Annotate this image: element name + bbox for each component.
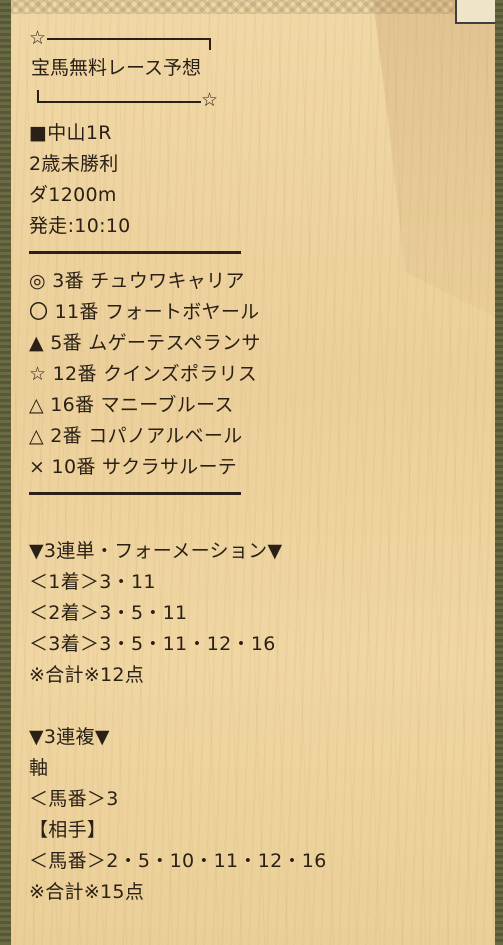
trio-partners: ＜馬番＞2・5・10・11・12・16 [29,850,327,872]
pick-item: △ 2番 コパノアルベール [29,425,243,447]
trio-axis: ＜馬番＞3 [29,788,119,810]
trifecta-second: ＜2着＞3・5・11 [29,602,188,624]
star-icon: ☆ [201,89,219,111]
right-frame-border [495,0,503,945]
prediction-content: ☆ 宝馬無料レース予想 ☆ ■中山1R 2歳未勝利 ダ1200m 発走:10:1… [29,22,489,908]
pick-item: ▲ 5番 ムゲーテスペランサ [29,332,261,354]
trifecta-total: ※合計※12点 [29,664,145,686]
trio-section: ▼3連複▼ 軸 ＜馬番＞3 【相手】 ＜馬番＞2・5・10・11・12・16 ※… [29,722,489,908]
divider [29,251,241,254]
pick-item: ◎ 3番 チュウワキャリア [29,270,245,292]
trifecta-section: ▼3連単・フォーメーション▼ ＜1着＞3・11 ＜2着＞3・5・11 ＜3着＞3… [29,536,489,691]
trio-total: ※合計※15点 [29,881,145,903]
pick-item: × 10番 サクラサルーテ [29,456,238,478]
pick-item: 〇 11番 フォートボヤール [29,301,260,323]
pick-list: ◎ 3番 チュウワキャリア 〇 11番 フォートボヤール ▲ 5番 ムゲーテスペ… [29,266,489,483]
race-course: ダ1200m [29,184,117,206]
race-class: 2歳未勝利 [29,153,119,175]
divider [29,492,241,495]
star-icon: ☆ [29,27,47,49]
trifecta-header: ▼3連単・フォーメーション▼ [29,540,283,562]
wood-paper-background: ☆ 宝馬無料レース予想 ☆ ■中山1R 2歳未勝利 ダ1200m 発走:10:1… [11,0,495,945]
page-title: 宝馬無料レース予想 [31,57,202,79]
trio-partner-label: 【相手】 [29,819,107,841]
corner-ornament [455,0,495,24]
pick-item: △ 16番 マニーブルース [29,394,234,416]
title-top-rule-end [209,38,211,50]
trio-header: ▼3連複▼ [29,726,110,748]
title-bottom-rule [37,101,201,103]
trio-axis-label: 軸 [29,757,49,779]
title-box: ☆ 宝馬無料レース予想 ☆ [29,22,489,118]
trifecta-first: ＜1着＞3・11 [29,571,156,593]
race-start-time: 発走:10:10 [29,215,131,237]
trifecta-third: ＜3着＞3・5・11・12・16 [29,633,276,655]
title-top-rule [47,38,211,40]
pick-item: ☆ 12番 クインズポラリス [29,363,258,385]
left-frame-border [0,0,11,945]
race-venue: ■中山1R [29,122,112,144]
